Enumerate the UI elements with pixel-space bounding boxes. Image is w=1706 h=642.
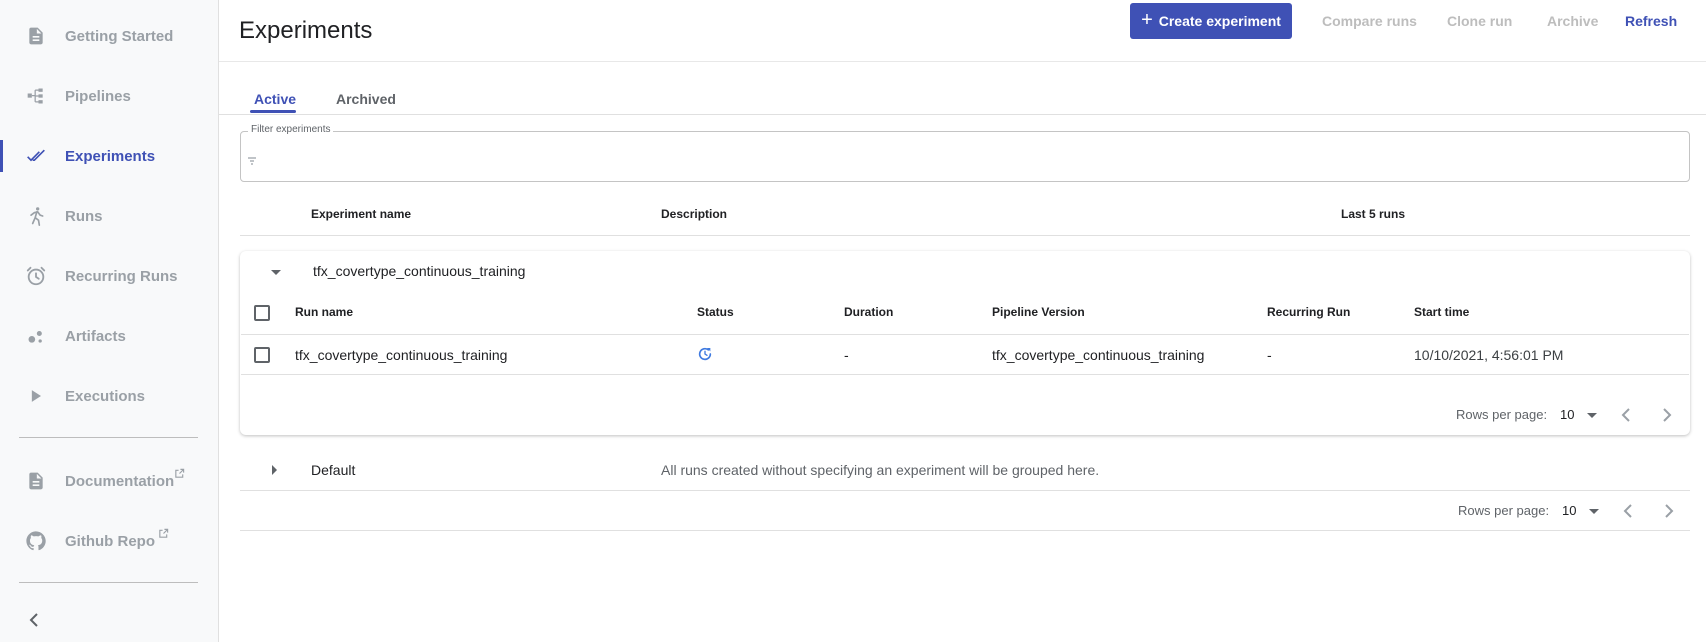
rows-per-page-select[interactable]: 10 — [1562, 503, 1576, 518]
status-running-icon — [697, 346, 713, 367]
next-page-button[interactable] — [1655, 403, 1679, 427]
experiment-name-link[interactable]: Default — [311, 462, 355, 478]
github-icon — [24, 529, 48, 553]
sidebar-item-artifacts[interactable]: Artifacts — [0, 311, 218, 361]
sidebar-item-label: Experiments — [65, 147, 156, 165]
caret-down-icon — [271, 270, 281, 275]
rows-per-page-label: Rows per page: — [1458, 503, 1550, 518]
select-all-runs-checkbox[interactable] — [254, 305, 270, 321]
filter-experiments-input[interactable] — [240, 131, 1690, 182]
chevron-left-icon — [29, 613, 38, 627]
table-header-divider — [240, 235, 1690, 236]
sidebar-item-label: Runs — [65, 207, 103, 225]
sidebar: Getting Started Pipelines Experiments Ru… — [0, 0, 219, 642]
column-header-status: Status — [697, 305, 734, 319]
sidebar-link-github-repo[interactable]: Github Repo — [0, 516, 218, 566]
experiment-name-link[interactable]: tfx_covertype_continuous_training — [313, 263, 525, 279]
collapse-experiment-button[interactable] — [268, 264, 284, 280]
sidebar-link-label: Github Repo — [65, 532, 155, 550]
sidebar-item-label: Pipelines — [65, 87, 131, 105]
expand-experiment-button[interactable] — [266, 462, 282, 478]
document-icon — [24, 469, 48, 493]
caret-right-icon — [272, 465, 277, 475]
create-experiment-label: Create experiment — [1158, 13, 1281, 29]
external-link-icon — [174, 468, 185, 482]
run-name-link[interactable]: tfx_covertype_continuous_training — [295, 347, 507, 363]
play-icon — [24, 384, 48, 408]
caret-down-icon — [1586, 503, 1602, 519]
document-icon — [24, 24, 48, 48]
external-link-icon — [158, 528, 169, 542]
sidebar-item-label: Executions — [65, 387, 146, 405]
tab-active[interactable]: Active — [254, 91, 296, 107]
sidebar-item-label: Recurring Runs — [65, 267, 178, 285]
runs-header-divider — [241, 334, 1689, 335]
double-check-icon — [24, 144, 48, 168]
active-tab-indicator — [250, 110, 296, 113]
table-footer-divider — [240, 530, 1690, 531]
compare-runs-button[interactable]: Compare runs — [1322, 13, 1417, 29]
run-recurring-run: - — [1267, 347, 1272, 363]
run-row-divider — [241, 374, 1689, 375]
tabs-divider — [219, 114, 1706, 115]
sidebar-item-label: Getting Started — [65, 27, 174, 45]
column-header-duration: Duration — [844, 305, 894, 319]
run-pipeline-version-link[interactable]: tfx_covertype_continuous_training — [992, 347, 1204, 363]
archive-button[interactable]: Archive — [1547, 13, 1598, 29]
alarm-clock-icon — [24, 264, 48, 288]
sidebar-item-experiments[interactable]: Experiments — [0, 131, 218, 181]
pipeline-icon — [24, 84, 48, 108]
sidebar-link-label: Documentation — [65, 472, 175, 490]
run-row-checkbox[interactable] — [254, 347, 270, 363]
sidebar-item-recurring-runs[interactable]: Recurring Runs — [0, 251, 218, 301]
rows-per-page-select[interactable]: 10 — [1560, 407, 1574, 422]
column-header-description: Description — [661, 207, 728, 221]
chevron-left-icon — [1621, 408, 1630, 422]
column-header-run-name[interactable]: Run name — [295, 305, 353, 319]
sidebar-divider — [19, 582, 198, 583]
collapse-sidebar-button[interactable] — [22, 608, 46, 632]
clone-run-button[interactable]: Clone run — [1447, 13, 1512, 29]
rows-per-page-label: Rows per page: — [1456, 407, 1548, 422]
sidebar-divider — [19, 437, 198, 438]
create-experiment-button[interactable]: + Create experiment — [1130, 3, 1292, 39]
filter-icon — [248, 152, 256, 165]
next-page-button[interactable] — [1657, 499, 1681, 523]
sidebar-item-getting-started[interactable]: Getting Started — [0, 11, 218, 61]
sidebar-item-pipelines[interactable]: Pipelines — [0, 71, 218, 121]
header-divider — [219, 61, 1706, 62]
chevron-right-icon — [1665, 504, 1674, 518]
previous-page-button[interactable] — [1616, 499, 1640, 523]
column-header-recurring-run: Recurring Run — [1267, 305, 1351, 319]
sidebar-item-label: Artifacts — [65, 327, 126, 345]
caret-down-icon — [1584, 407, 1600, 423]
chevron-left-icon — [1623, 504, 1632, 518]
column-header-pipeline-version: Pipeline Version — [992, 305, 1085, 319]
tab-archived[interactable]: Archived — [336, 91, 396, 107]
refresh-button[interactable]: Refresh — [1625, 13, 1677, 29]
run-start-time: 10/10/2021, 4:56:01 PM — [1414, 347, 1564, 363]
filter-experiments-label: Filter experiments — [248, 124, 334, 135]
run-duration: - — [844, 347, 849, 363]
plus-icon: + — [1141, 9, 1153, 31]
experiment-description: All runs created without specifying an e… — [661, 462, 1100, 478]
bubbles-icon — [24, 324, 48, 348]
chevron-right-icon — [1663, 408, 1672, 422]
running-person-icon — [24, 204, 48, 228]
row-divider — [240, 490, 1690, 491]
previous-page-button[interactable] — [1614, 403, 1638, 427]
column-header-last-5-runs: Last 5 runs — [1341, 207, 1406, 221]
sidebar-item-executions[interactable]: Executions — [0, 371, 218, 421]
page-title: Experiments — [239, 17, 373, 44]
column-header-experiment-name[interactable]: Experiment name — [311, 207, 411, 221]
sidebar-link-documentation[interactable]: Documentation — [0, 456, 218, 506]
column-header-start-time[interactable]: Start time — [1414, 305, 1469, 319]
sidebar-item-runs[interactable]: Runs — [0, 191, 218, 241]
